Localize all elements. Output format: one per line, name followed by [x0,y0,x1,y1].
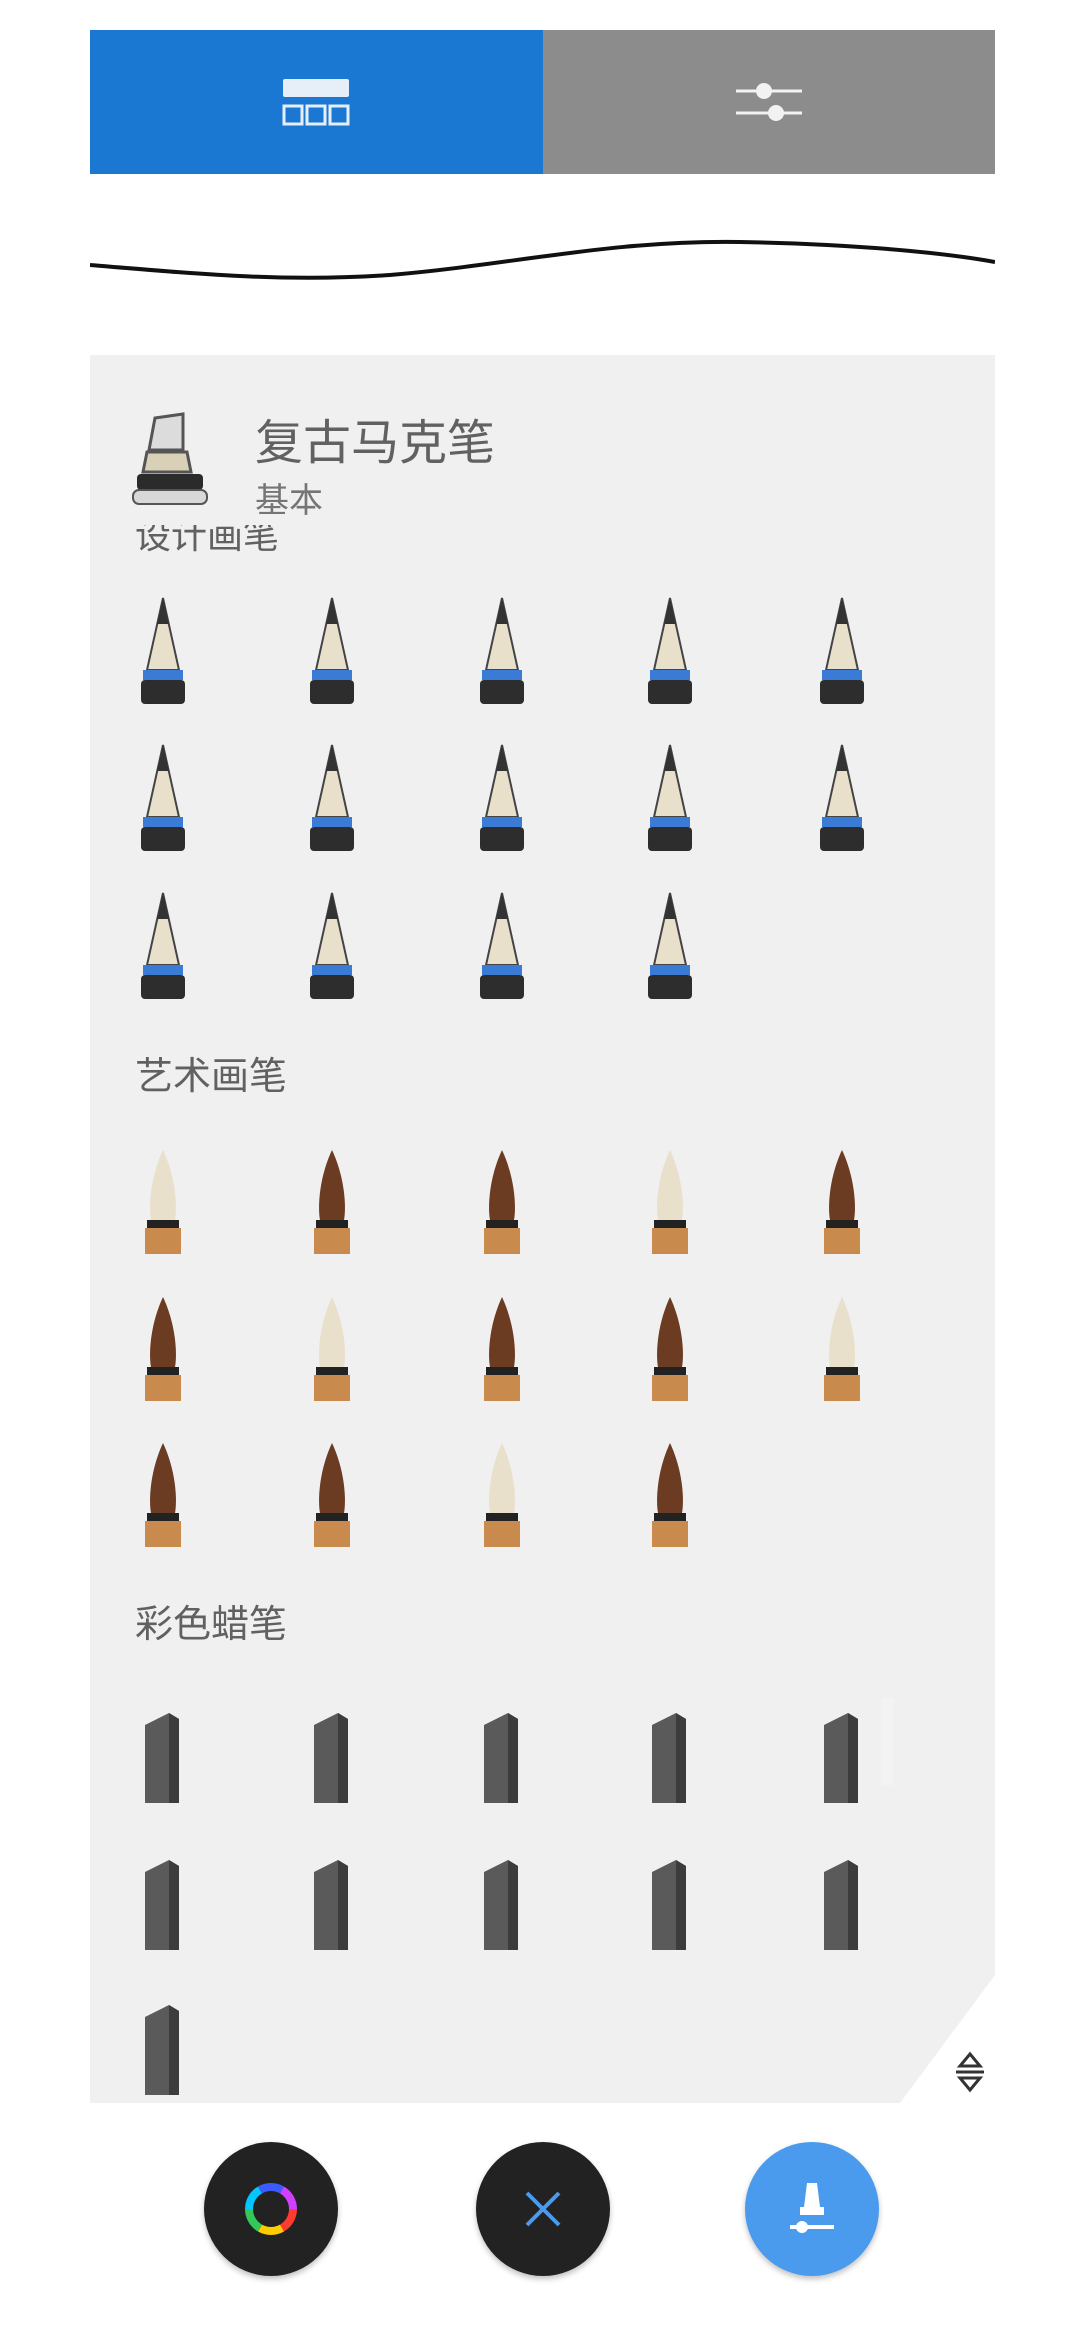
brush-library-panel[interactable]: 复古马克笔 基本 设计画笔 艺术画笔 彩色蜡笔 I [90,355,995,2103]
brush-preview-icon [314,1150,350,1254]
brush-tile[interactable] [113,1985,213,2103]
brush-tile[interactable] [792,1140,892,1260]
brush-preview-icon [310,744,354,851]
brush-tile[interactable] [452,1140,552,1260]
brush-preview-icon [820,744,864,851]
brush-tile[interactable] [113,885,213,1005]
brush-tile[interactable] [452,1287,552,1407]
close-icon [525,2191,561,2227]
brush-preview-icon [652,1443,688,1547]
brush-tile[interactable] [620,1840,720,1960]
brush-tile[interactable] [620,1693,720,1813]
brush-icon [790,2183,834,2233]
brush-preview-icon [648,597,692,704]
brush-tile[interactable] [282,1140,382,1260]
brush-tile[interactable] [452,1693,552,1813]
brush-preview-icon [484,1443,520,1547]
current-brush-category: 基本 [255,481,323,521]
brush-preview-icon [820,597,864,704]
brush-tile[interactable] [620,590,720,710]
brush-preview-icon [480,744,524,851]
brush-tile[interactable] [452,590,552,710]
brush-preview-icon [484,1860,518,1950]
color-wheel-icon [245,2183,297,2235]
brush-preview-icon [484,1150,520,1254]
brush-tile[interactable] [282,590,382,710]
brush-preview-icon [145,1713,179,1803]
tab-brush-settings[interactable] [542,30,995,174]
brush-preview-icon [145,1150,181,1254]
brush-tile[interactable] [792,1287,892,1407]
brush-preview-icon [648,744,692,851]
brush-tile[interactable] [452,1840,552,1960]
category-label-crayon: 彩色蜡笔 [135,1602,288,1646]
brush-preview-icon [480,892,524,999]
brush-tile[interactable] [792,590,892,710]
tab-brush-library[interactable] [90,30,543,174]
brush-preview-icon [652,1297,688,1401]
brush-preview-icon [145,2005,179,2095]
brush-tile[interactable] [113,590,213,710]
brush-preview-icon [310,597,354,704]
brush-tile[interactable] [452,737,552,857]
brush-tile[interactable] [452,885,552,1005]
color-picker-button[interactable] [204,2142,338,2276]
stroke-preview [90,239,995,280]
brush-tile[interactable] [282,1840,382,1960]
brush-preview-icon [141,892,185,999]
brush-tile[interactable] [282,1433,382,1553]
brush-preview-icon [652,1713,686,1803]
brush-preview-icon [484,1297,520,1401]
brush-tile[interactable] [620,1140,720,1260]
brush-preview-icon [310,892,354,999]
brush-tile[interactable] [282,1287,382,1407]
brush-preview-icon [141,597,185,704]
brush-tile[interactable] [113,1693,213,1813]
brush-preview-icon [145,1443,181,1547]
brush-tile[interactable] [620,885,720,1005]
brush-preview-icon [141,744,185,851]
brush-preview-icon [314,1860,348,1950]
marker-brush-icon [132,412,208,505]
brush-tile[interactable] [282,1693,382,1813]
brush-tool-button[interactable] [745,2142,879,2276]
brush-tile[interactable] [792,1840,892,1960]
brush-preview-icon [314,1443,350,1547]
background-canvas-text: I [870,1675,906,1814]
tab-bar [90,30,995,174]
brush-preview-icon [648,892,692,999]
brush-preview-icon [824,1150,860,1254]
brush-preview-icon [145,1297,181,1401]
brush-tile[interactable] [113,737,213,857]
brush-preview-icon [824,1297,860,1401]
brush-tile[interactable] [282,737,382,857]
brush-preview-icon [652,1150,688,1254]
brush-preview-icon [314,1297,350,1401]
brush-tile[interactable] [620,737,720,857]
current-brush-header: 复古马克笔 基本 [90,355,995,525]
brush-tile[interactable] [620,1287,720,1407]
brush-preview-icon [824,1860,858,1950]
close-button[interactable] [476,2142,610,2276]
brush-tile[interactable] [113,1433,213,1553]
brush-tile[interactable] [113,1140,213,1260]
brush-preview-icon [145,1860,179,1950]
brush-tile[interactable] [113,1840,213,1960]
brush-library-icon [282,79,350,126]
category-label-art: 艺术画笔 [135,1054,288,1098]
brush-tile[interactable] [792,737,892,857]
brush-tile[interactable] [282,885,382,1005]
brush-settings-icon [735,83,802,121]
brush-preview-icon [484,1713,518,1803]
brush-preview-icon [652,1860,686,1950]
brush-tile[interactable] [620,1433,720,1553]
brush-preview-icon [314,1713,348,1803]
brush-preview-icon [480,597,524,704]
brush-tile[interactable] [452,1433,552,1553]
resize-handle-icon[interactable] [950,2050,990,2094]
brush-tile[interactable] [113,1287,213,1407]
current-brush-name: 复古马克笔 [255,415,496,471]
